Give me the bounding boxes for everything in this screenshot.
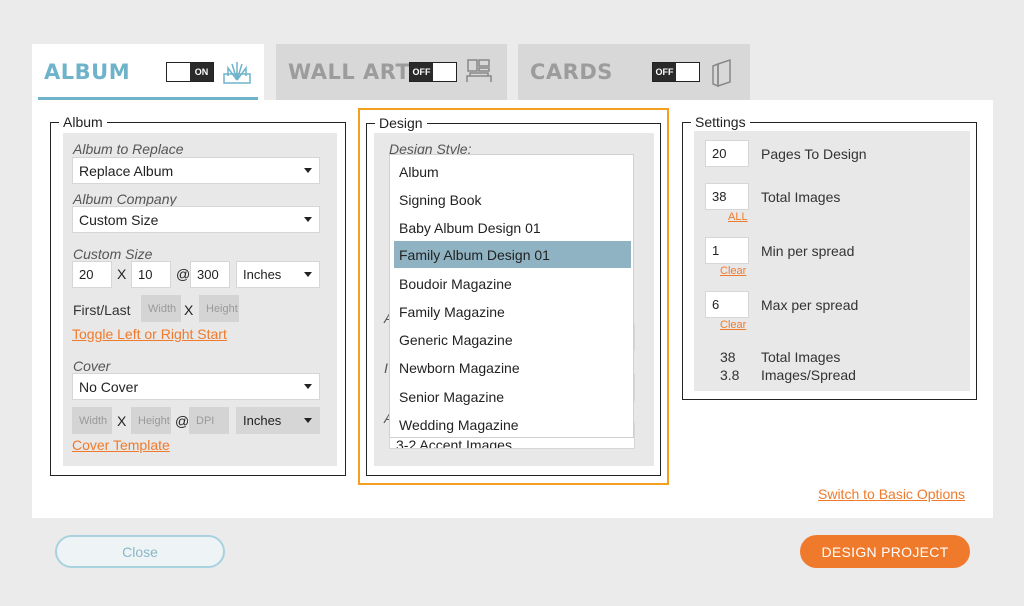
summary-ratio-value: 3.8	[720, 367, 740, 383]
tab-wall-art[interactable]: WALL ART OFF	[276, 44, 507, 100]
cover-height-input[interactable]: Height	[131, 407, 171, 434]
settings-legend: Settings	[691, 114, 750, 130]
cover-dpi-input[interactable]: DPI	[189, 407, 229, 434]
album-company-label: Album Company	[73, 191, 177, 207]
cover-label: Cover	[73, 358, 111, 374]
tab-album-label: ALBUM	[44, 60, 131, 84]
cards-toggle[interactable]: OFF	[652, 62, 700, 82]
at-sign: @	[175, 413, 190, 429]
clear-max-link[interactable]: Clear	[720, 319, 746, 331]
custom-dpi-input[interactable]: 300	[190, 261, 230, 288]
first-last-width-input[interactable]: Width	[141, 295, 181, 322]
album-company-select[interactable]: Custom Size	[72, 206, 320, 233]
summary-total-label: Total Images	[761, 349, 841, 365]
total-images-input[interactable]: 38	[705, 183, 749, 210]
times-sign: X	[117, 266, 127, 282]
album-to-replace-select[interactable]: Replace Album	[72, 157, 320, 184]
times-sign: X	[184, 302, 194, 318]
cover-width-input[interactable]: Width	[72, 407, 112, 434]
close-button[interactable]: Close	[55, 535, 225, 568]
custom-height-input[interactable]: 10	[131, 261, 171, 288]
toggle-start-link[interactable]: Toggle Left or Right Start	[72, 326, 227, 342]
custom-unit-select[interactable]: Inches	[236, 261, 320, 288]
total-images-label: Total Images	[761, 189, 841, 205]
min-per-spread-input[interactable]: 1	[705, 237, 749, 264]
cards-icon	[712, 58, 731, 88]
album-to-replace-label: Album to Replace	[73, 141, 184, 157]
pages-to-design-label: Pages To Design	[761, 146, 867, 162]
wall-art-toggle[interactable]: OFF	[409, 62, 457, 82]
clear-min-link[interactable]: Clear	[720, 265, 746, 277]
design-highlight-frame	[358, 108, 669, 485]
album-toggle[interactable]: ON	[166, 62, 214, 82]
first-last-label: First/Last	[73, 302, 131, 318]
cover-unit-select[interactable]: Inches	[236, 407, 320, 434]
max-per-spread-label: Max per spread	[761, 297, 859, 313]
all-link[interactable]: ALL	[728, 211, 748, 223]
chevron-down-icon	[304, 168, 312, 173]
tab-album[interactable]: ALBUM ON	[32, 44, 264, 100]
at-sign: @	[176, 266, 191, 282]
chevron-down-icon	[304, 272, 312, 277]
summary-total-value: 38	[720, 349, 736, 365]
cover-select[interactable]: No Cover	[72, 373, 320, 400]
tab-cards[interactable]: CARDS OFF	[518, 44, 750, 100]
cover-template-link[interactable]: Cover Template	[72, 437, 170, 453]
switch-basic-options-link[interactable]: Switch to Basic Options	[818, 486, 965, 502]
pages-to-design-input[interactable]: 20	[705, 140, 749, 167]
tab-cards-label: CARDS	[530, 60, 613, 84]
custom-size-label: Custom Size	[73, 246, 153, 262]
tab-wall-art-label: WALL ART	[288, 60, 411, 84]
wall-art-icon	[466, 59, 492, 82]
chevron-down-icon	[304, 418, 312, 423]
album-legend: Album	[59, 114, 107, 130]
max-per-spread-input[interactable]: 6	[705, 291, 749, 318]
album-icon	[223, 62, 251, 84]
min-per-spread-label: Min per spread	[761, 243, 855, 259]
chevron-down-icon	[304, 384, 312, 389]
first-last-height-input[interactable]: Height	[199, 295, 239, 322]
chevron-down-icon	[304, 217, 312, 222]
times-sign: X	[117, 413, 127, 429]
custom-width-input[interactable]: 20	[72, 261, 112, 288]
summary-ratio-label: Images/Spread	[761, 367, 856, 383]
design-project-button[interactable]: DESIGN PROJECT	[800, 535, 970, 568]
